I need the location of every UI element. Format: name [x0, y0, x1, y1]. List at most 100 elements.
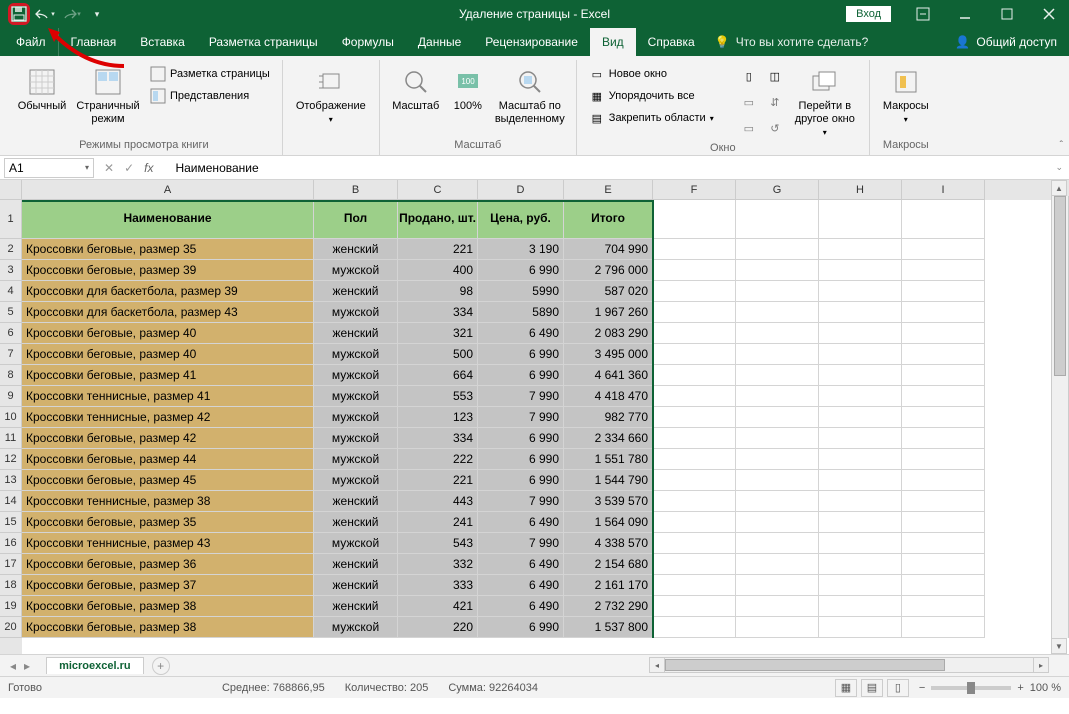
empty-cell[interactable] [819, 575, 902, 596]
data-cell[interactable]: 5990 [478, 281, 564, 302]
empty-cell[interactable] [902, 239, 985, 260]
empty-cell[interactable] [653, 302, 736, 323]
empty-cell[interactable] [902, 407, 985, 428]
row-header[interactable]: 17 [0, 554, 22, 575]
expand-formula-icon[interactable]: ⌄ [1049, 162, 1069, 173]
empty-cell[interactable] [902, 533, 985, 554]
data-cell[interactable]: 3 495 000 [564, 344, 653, 365]
ribbon-options-icon[interactable] [903, 0, 943, 28]
data-cell[interactable]: Кроссовки беговые, размер 44 [22, 449, 314, 470]
menu-tab-8[interactable]: Справка [636, 28, 707, 56]
col-header[interactable]: H [819, 180, 902, 200]
header-cell[interactable]: Итого [564, 200, 653, 239]
empty-cell[interactable] [736, 323, 819, 344]
menu-tab-4[interactable]: Формулы [330, 28, 406, 56]
data-cell[interactable]: мужской [314, 449, 398, 470]
header-cell[interactable]: Наименование [22, 200, 314, 239]
data-cell[interactable]: 321 [398, 323, 478, 344]
data-cell[interactable]: 7 990 [478, 386, 564, 407]
data-cell[interactable]: 4 418 470 [564, 386, 653, 407]
empty-cell[interactable] [902, 596, 985, 617]
data-cell[interactable]: 6 490 [478, 512, 564, 533]
row-header[interactable]: 2 [0, 239, 22, 260]
col-header[interactable]: G [736, 180, 819, 200]
data-cell[interactable]: 1 537 800 [564, 617, 653, 638]
arrange-all-button[interactable]: ▦Упорядочить все [585, 86, 735, 106]
data-cell[interactable]: мужской [314, 344, 398, 365]
empty-cell[interactable] [819, 512, 902, 533]
menu-tab-3[interactable]: Разметка страницы [197, 28, 330, 56]
data-cell[interactable]: мужской [314, 470, 398, 491]
menu-tab-5[interactable]: Данные [406, 28, 473, 56]
empty-cell[interactable] [653, 491, 736, 512]
sheet-tab[interactable]: microexcel.ru [46, 657, 144, 674]
empty-cell[interactable] [819, 428, 902, 449]
row-header[interactable]: 1 [0, 200, 22, 239]
empty-cell[interactable] [902, 554, 985, 575]
empty-cell[interactable] [902, 575, 985, 596]
empty-cell[interactable] [819, 323, 902, 344]
empty-cell[interactable] [736, 533, 819, 554]
data-cell[interactable]: 3 539 570 [564, 491, 653, 512]
empty-cell[interactable] [653, 344, 736, 365]
empty-cell[interactable] [653, 260, 736, 281]
data-cell[interactable]: 443 [398, 491, 478, 512]
data-cell[interactable]: Кроссовки беговые, размер 36 [22, 554, 314, 575]
data-cell[interactable]: 704 990 [564, 239, 653, 260]
data-cell[interactable]: 421 [398, 596, 478, 617]
row-header[interactable]: 12 [0, 449, 22, 470]
data-cell[interactable]: 4 338 570 [564, 533, 653, 554]
data-cell[interactable]: 221 [398, 470, 478, 491]
empty-cell[interactable] [736, 302, 819, 323]
empty-cell[interactable] [653, 470, 736, 491]
row-header[interactable]: 11 [0, 428, 22, 449]
data-cell[interactable]: 2 796 000 [564, 260, 653, 281]
sheet-prev-icon[interactable]: ◂ [10, 659, 16, 673]
data-cell[interactable]: женский [314, 239, 398, 260]
view-normal-button[interactable]: Обычный [14, 64, 70, 115]
data-cell[interactable]: женский [314, 596, 398, 617]
empty-cell[interactable] [902, 323, 985, 344]
data-cell[interactable]: мужской [314, 617, 398, 638]
empty-cell[interactable] [819, 344, 902, 365]
empty-cell[interactable] [819, 533, 902, 554]
data-cell[interactable]: 241 [398, 512, 478, 533]
data-cell[interactable]: Кроссовки беговые, размер 45 [22, 470, 314, 491]
data-cell[interactable]: 1 544 790 [564, 470, 653, 491]
empty-cell[interactable] [819, 386, 902, 407]
empty-cell[interactable] [653, 554, 736, 575]
empty-cell[interactable] [736, 512, 819, 533]
zoom-in-icon[interactable]: + [1017, 682, 1023, 694]
empty-cell[interactable] [736, 575, 819, 596]
qat-customize-icon[interactable]: ▾ [86, 3, 108, 25]
data-cell[interactable]: 334 [398, 302, 478, 323]
data-cell[interactable]: женский [314, 575, 398, 596]
data-cell[interactable]: Кроссовки для баскетбола, размер 43 [22, 302, 314, 323]
header-cell[interactable]: Цена, руб. [478, 200, 564, 239]
data-cell[interactable]: 333 [398, 575, 478, 596]
empty-cell[interactable] [902, 365, 985, 386]
data-cell[interactable]: 7 990 [478, 533, 564, 554]
data-cell[interactable]: Кроссовки беговые, размер 38 [22, 617, 314, 638]
zoom-slider[interactable]: − + 100 % [919, 682, 1061, 694]
data-cell[interactable]: 1 967 260 [564, 302, 653, 323]
empty-cell[interactable] [653, 200, 736, 239]
add-sheet-button[interactable]: + [152, 657, 170, 675]
row-header[interactable]: 9 [0, 386, 22, 407]
data-cell[interactable]: 6 990 [478, 260, 564, 281]
row-header[interactable]: 19 [0, 596, 22, 617]
maximize-icon[interactable] [987, 0, 1027, 28]
empty-cell[interactable] [736, 344, 819, 365]
row-header[interactable]: 7 [0, 344, 22, 365]
data-cell[interactable]: Кроссовки теннисные, размер 42 [22, 407, 314, 428]
col-header[interactable]: B [314, 180, 398, 200]
data-cell[interactable]: 4 641 360 [564, 365, 653, 386]
empty-cell[interactable] [902, 386, 985, 407]
data-cell[interactable]: 7 990 [478, 407, 564, 428]
login-button[interactable]: Вход [846, 6, 891, 22]
empty-cell[interactable] [819, 617, 902, 638]
save-icon[interactable] [8, 3, 30, 25]
select-all-corner[interactable] [0, 180, 22, 200]
data-cell[interactable]: мужской [314, 407, 398, 428]
data-cell[interactable]: 6 990 [478, 428, 564, 449]
